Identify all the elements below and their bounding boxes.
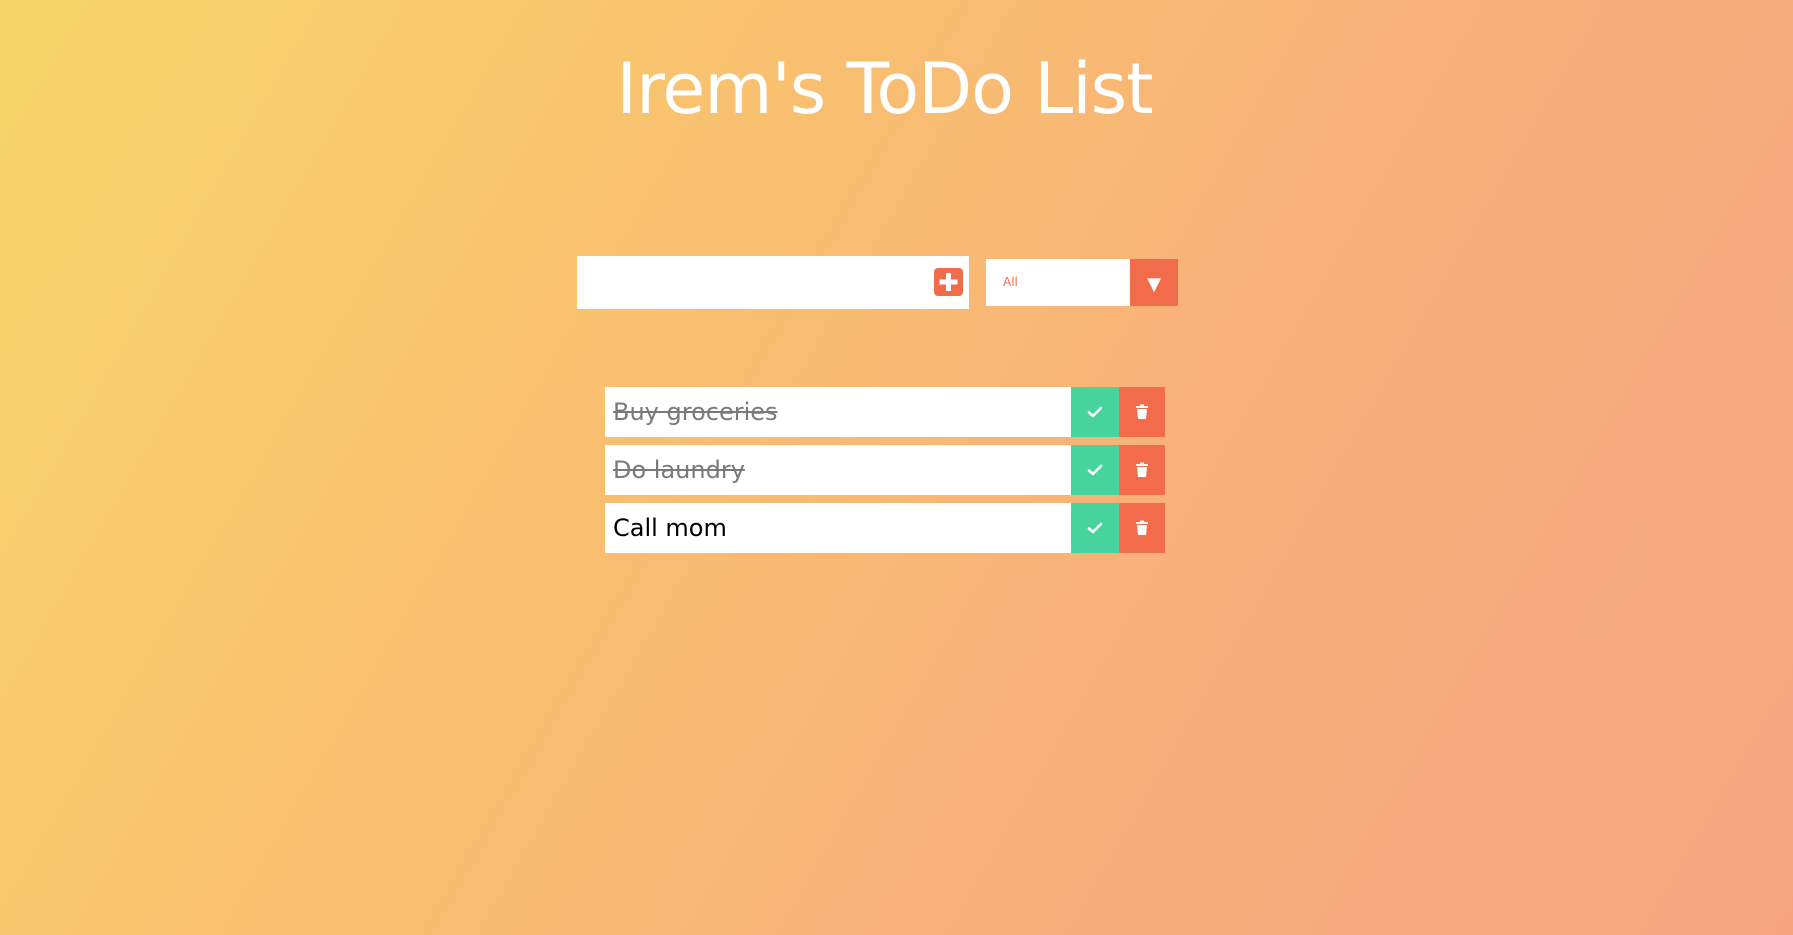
check-icon <box>1087 406 1103 418</box>
dropdown-arrow-icon[interactable]: ▼ <box>1130 259 1178 306</box>
todo-text: Do laundry <box>613 456 745 484</box>
check-icon <box>1087 522 1103 534</box>
page-title: Irem's ToDo List <box>616 48 1153 130</box>
add-todo-form <box>577 256 969 309</box>
filter-dropdown[interactable]: All ▼ <box>986 259 1178 306</box>
complete-button[interactable] <box>1071 503 1119 553</box>
trash-icon <box>1136 462 1148 477</box>
filter-selected-value: All <box>1003 275 1018 289</box>
todo-item: Buy groceries <box>605 387 1165 437</box>
todo-list: Buy groceries Do laundry Call mom <box>605 387 1165 561</box>
add-todo-button[interactable] <box>934 268 963 296</box>
complete-button[interactable] <box>1071 445 1119 495</box>
todo-text: Buy groceries <box>613 398 778 426</box>
delete-button[interactable] <box>1119 445 1165 495</box>
todo-text: Call mom <box>613 514 727 542</box>
delete-button[interactable] <box>1119 503 1165 553</box>
check-icon <box>1087 464 1103 476</box>
todo-item: Do laundry <box>605 445 1165 495</box>
trash-icon <box>1136 520 1148 535</box>
trash-icon <box>1136 404 1148 419</box>
todo-item: Call mom <box>605 503 1165 553</box>
complete-button[interactable] <box>1071 387 1119 437</box>
plus-square-icon <box>939 273 958 291</box>
delete-button[interactable] <box>1119 387 1165 437</box>
todo-input[interactable] <box>577 256 917 309</box>
